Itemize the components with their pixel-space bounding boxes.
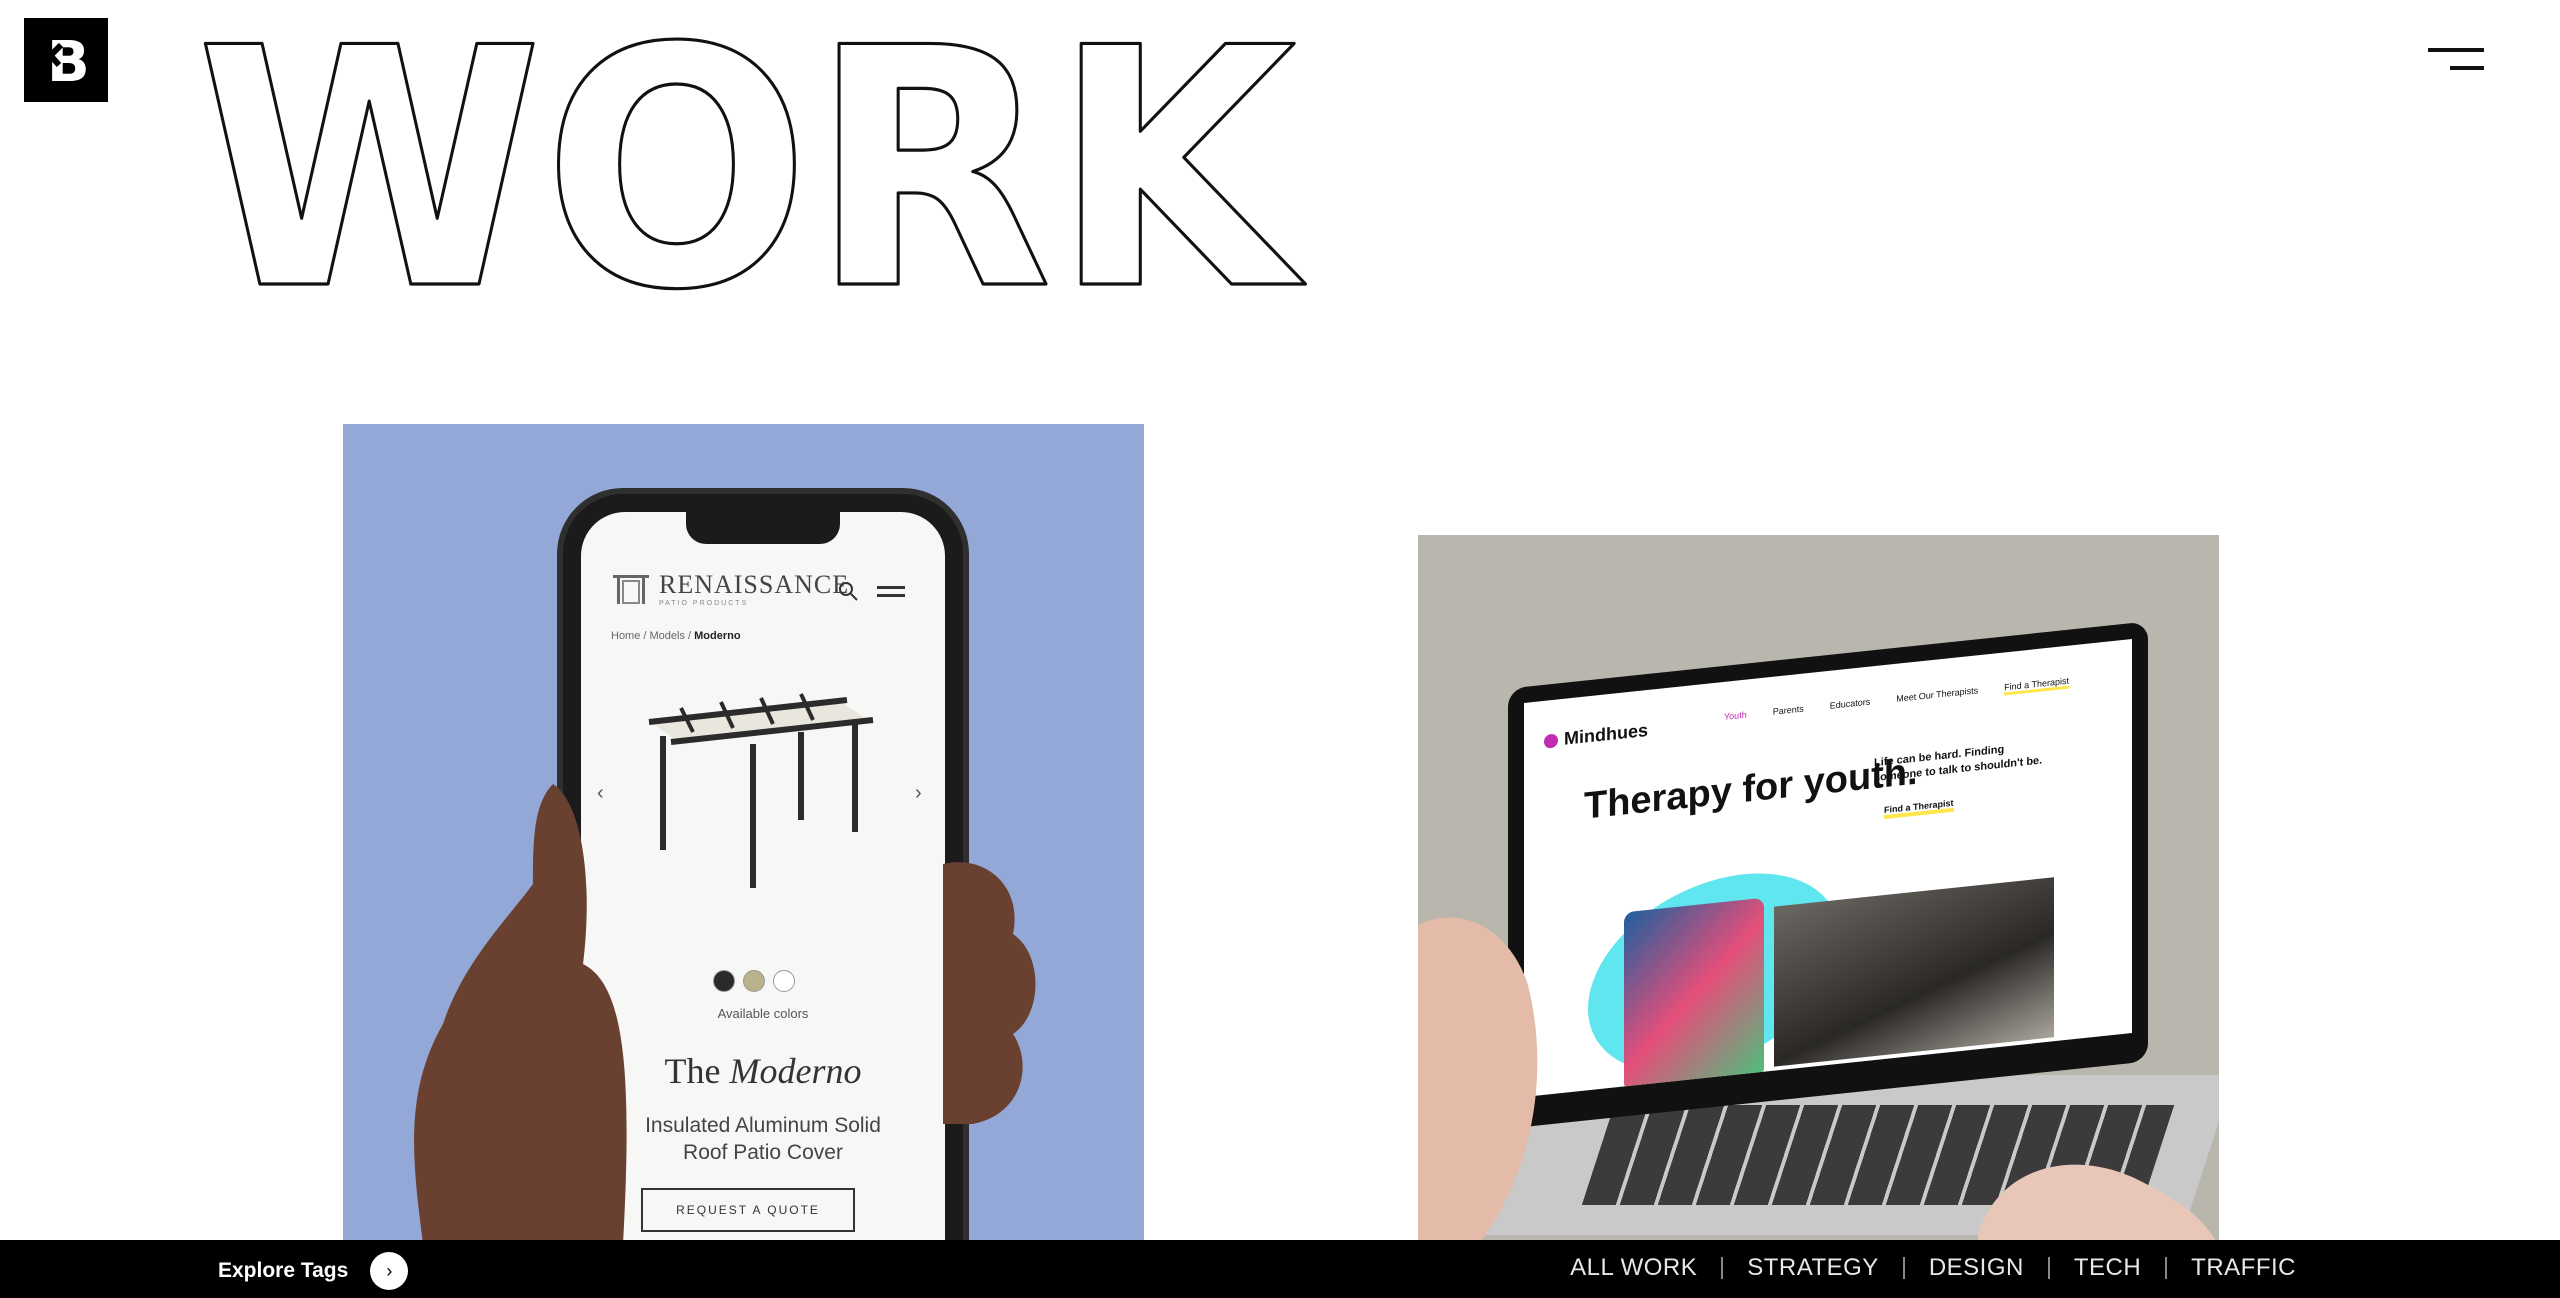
pergola-logo-icon	[613, 574, 649, 604]
hamburger-icon	[2428, 48, 2484, 52]
nav-youth[interactable]: Youth	[1724, 710, 1747, 725]
mindhues-subtext: Life can be hard. Finding someone to tal…	[1874, 743, 2043, 785]
youth-photo	[1774, 877, 2054, 1067]
typing-hand-image	[1978, 1164, 2216, 1240]
nav-therapists[interactable]: Meet Our Therapists	[1896, 685, 1978, 707]
swatch-dark[interactable]	[713, 970, 735, 992]
tag-strategy[interactable]: STRATEGY	[1723, 1254, 1903, 1282]
brand-subtitle: PATIO PRODUCTS	[659, 600, 749, 607]
tag-filters: ALL WORK STRATEGY DESIGN TECH TRAFFIC	[1546, 1254, 2320, 1282]
color-swatches	[713, 970, 795, 992]
mindhues-headline: Therapy for youth.	[1584, 750, 1918, 828]
mindhues-brand: Mindhues	[1564, 719, 1648, 749]
fingers-image	[943, 862, 1036, 1124]
next-arrow-icon[interactable]: ›	[915, 782, 922, 805]
product-description: Insulated Aluminum Solid Roof Patio Cove…	[645, 1114, 881, 1164]
pergola-product-image	[648, 693, 874, 888]
laptop-screen: Mindhues Youth Parents Educators Meet Ou…	[1508, 621, 2148, 1129]
tags-bar: Explore Tags › ALL WORK STRATEGY DESIGN …	[0, 1240, 2560, 1298]
brand-name: RENAISSANCE	[659, 570, 850, 599]
tag-tech[interactable]: TECH	[2050, 1254, 2165, 1282]
explore-tags-label: Explore Tags	[218, 1259, 349, 1282]
swatch-sand[interactable]	[743, 970, 765, 992]
product-model-name: Moderno	[729, 1051, 862, 1091]
svg-text:WORK: WORK	[196, 12, 1308, 312]
chevron-right-icon: ›	[370, 1252, 409, 1290]
explore-tags-button[interactable]: Explore Tags ›	[218, 1252, 409, 1290]
breadcrumb-current: Moderno	[694, 630, 741, 642]
hand-image	[414, 784, 627, 1240]
project-card-renaissance[interactable]: RENAISSANCE PATIO PRODUCTS Home / Models…	[343, 424, 1144, 1240]
tag-traffic[interactable]: TRAFFIC	[2167, 1254, 2320, 1282]
hamburger-icon-line	[2450, 66, 2484, 70]
product-title-prefix: The	[664, 1051, 730, 1091]
find-therapist-button[interactable]: Find a Therapist	[1884, 797, 1954, 820]
page-title: WORK	[194, 0, 1316, 364]
mindhues-site: Mindhues Youth Parents Educators Meet Ou…	[1524, 639, 2132, 1097]
search-icon[interactable]	[837, 580, 859, 602]
mindhues-nav: Youth Parents Educators Meet Our Therapi…	[1724, 675, 2070, 725]
mindhues-logo: Mindhues	[1544, 720, 1648, 752]
hamburger-icon[interactable]	[877, 584, 905, 600]
nav-educators[interactable]: Educators	[1830, 697, 1871, 714]
breadcrumb: Home / Models / Moderno	[611, 630, 741, 642]
request-quote-button[interactable]: REQUEST A QUOTE	[641, 1188, 855, 1232]
project-card-mindhues[interactable]: Mindhues Youth Parents Educators Meet Ou…	[1418, 535, 2219, 1240]
b-logo-icon: B	[38, 31, 90, 89]
mural-photo	[1624, 897, 1764, 1093]
phone-notch	[686, 512, 840, 544]
nav-parents[interactable]: Parents	[1773, 704, 1804, 720]
tag-design[interactable]: DESIGN	[1905, 1254, 2048, 1282]
renaissance-logo: RENAISSANCE PATIO PRODUCTS	[611, 570, 849, 607]
menu-button[interactable]	[2420, 42, 2490, 82]
nav-find-therapist[interactable]: Find a Therapist	[2004, 675, 2070, 696]
breadcrumb-path[interactable]: Home / Models /	[611, 630, 694, 642]
tag-all-work[interactable]: ALL WORK	[1546, 1254, 1721, 1282]
mindhues-logo-icon	[1544, 732, 1558, 749]
swatch-white[interactable]	[773, 970, 795, 992]
holding-hand-image	[1418, 917, 1538, 1240]
site-logo[interactable]: B	[24, 18, 108, 102]
